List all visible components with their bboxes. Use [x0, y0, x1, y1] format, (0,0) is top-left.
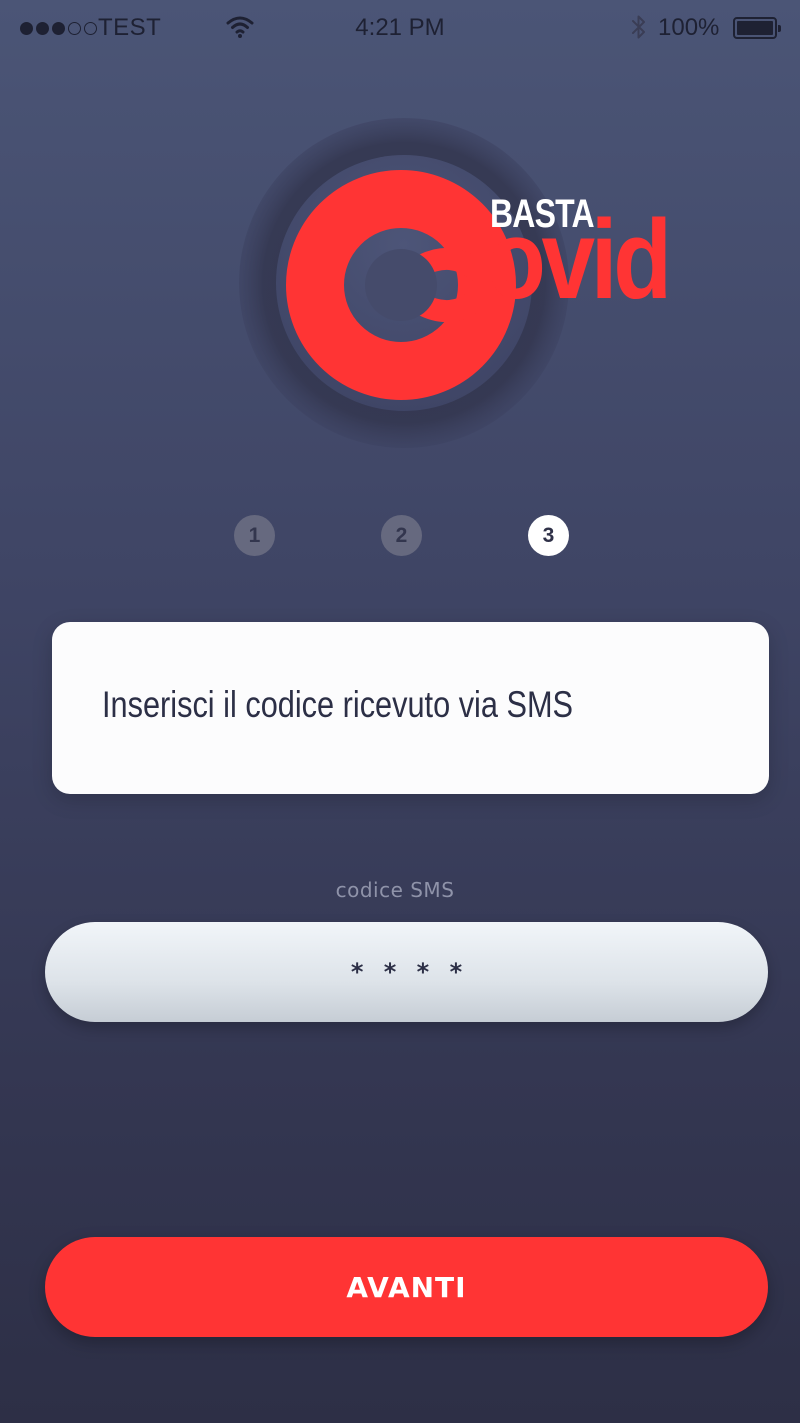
avanti-button[interactable]: AVANTI — [45, 1237, 768, 1337]
battery-icon — [733, 17, 781, 39]
step-3-active: 3 — [528, 515, 569, 556]
step-indicator: 1 2 3 — [0, 515, 800, 557]
battery-percent: 100% — [658, 14, 720, 41]
bluetooth-icon — [632, 15, 645, 39]
sms-code-input[interactable] — [45, 922, 768, 1022]
basta-covid-logo: BASTA ovid — [236, 118, 716, 458]
logo-ovid-text: ovid — [487, 197, 672, 322]
step-2: 2 — [381, 515, 422, 556]
instruction-card: Inserisci il codice ricevuto via SMS — [52, 622, 769, 794]
status-bar: TEST 4:21 PM 100% — [0, 0, 800, 56]
step-1: 1 — [234, 515, 275, 556]
sms-code-label: codice SMS — [335, 878, 455, 902]
instruction-text: Inserisci il codice ricevuto via SMS — [102, 684, 574, 725]
